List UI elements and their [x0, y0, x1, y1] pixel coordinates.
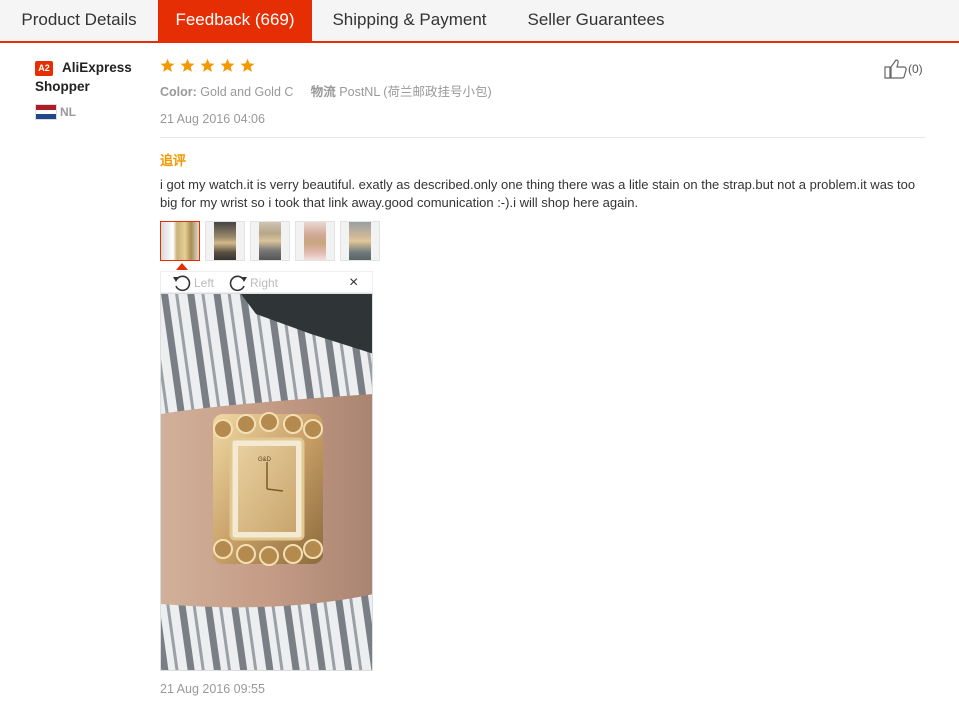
close-icon[interactable]: ×	[349, 274, 358, 292]
star-icon	[160, 58, 175, 72]
color-value: Gold and Gold C	[200, 85, 294, 99]
svg-text:G&D: G&D	[258, 457, 272, 463]
photo-thumbnail[interactable]	[160, 221, 200, 261]
helpful-count: (0)	[908, 62, 923, 76]
country-flag-icon	[35, 104, 57, 120]
rotate-right-label: Right	[250, 276, 279, 290]
color-label: Color:	[160, 85, 197, 99]
review-date: 21 Aug 2016 04:06	[160, 112, 265, 126]
review-photo: G&D	[160, 293, 373, 671]
watch-photo-image: G&D	[161, 294, 372, 670]
photo-thumbnails	[160, 221, 385, 261]
photo-thumbnail[interactable]	[250, 221, 290, 261]
review-text: i got my watch.it is verry beautiful. ex…	[160, 177, 916, 210]
photo-thumbnail[interactable]	[340, 221, 380, 261]
star-icon	[180, 58, 195, 72]
rotate-left-label: Left	[194, 276, 215, 290]
rotate-right-button[interactable]: Right	[228, 274, 278, 292]
helpful-button[interactable]: (0)	[884, 59, 923, 79]
followup-label: 追评	[160, 153, 187, 168]
buyer-country: NL	[60, 105, 76, 119]
followup-date: 21 Aug 2016 09:55	[160, 682, 265, 696]
selected-thumbnail-pointer	[176, 263, 188, 270]
image-viewer-toolbar: Left Right ×	[160, 271, 373, 293]
logistics-label: 物流	[310, 85, 336, 99]
tab-product-details[interactable]: Product Details	[0, 0, 158, 41]
photo-thumbnail[interactable]	[295, 221, 335, 261]
rotate-left-button[interactable]: Left	[172, 274, 214, 292]
buyer-name: AliExpress Shopper	[35, 60, 132, 94]
tab-seller-guarantees[interactable]: Seller Guarantees	[507, 0, 685, 41]
photo-thumbnail[interactable]	[205, 221, 245, 261]
star-icon	[240, 58, 255, 72]
rotate-left-icon	[173, 275, 191, 292]
logistics-value: PostNL (荷兰邮政挂号小包)	[339, 85, 492, 99]
tab-bar: Product Details Feedback (669) Shipping …	[0, 0, 959, 43]
divider	[160, 137, 926, 138]
star-rating	[160, 58, 255, 74]
tab-shipping-payment[interactable]: Shipping & Payment	[312, 0, 507, 41]
order-info: Color: Gold and Gold C 物流 PostNL (荷兰邮政挂号…	[160, 81, 492, 100]
tab-feedback[interactable]: Feedback (669)	[158, 0, 312, 41]
star-icon	[200, 58, 215, 72]
rotate-right-icon	[229, 275, 247, 292]
thumbs-up-icon	[884, 59, 907, 79]
star-icon	[220, 58, 235, 72]
